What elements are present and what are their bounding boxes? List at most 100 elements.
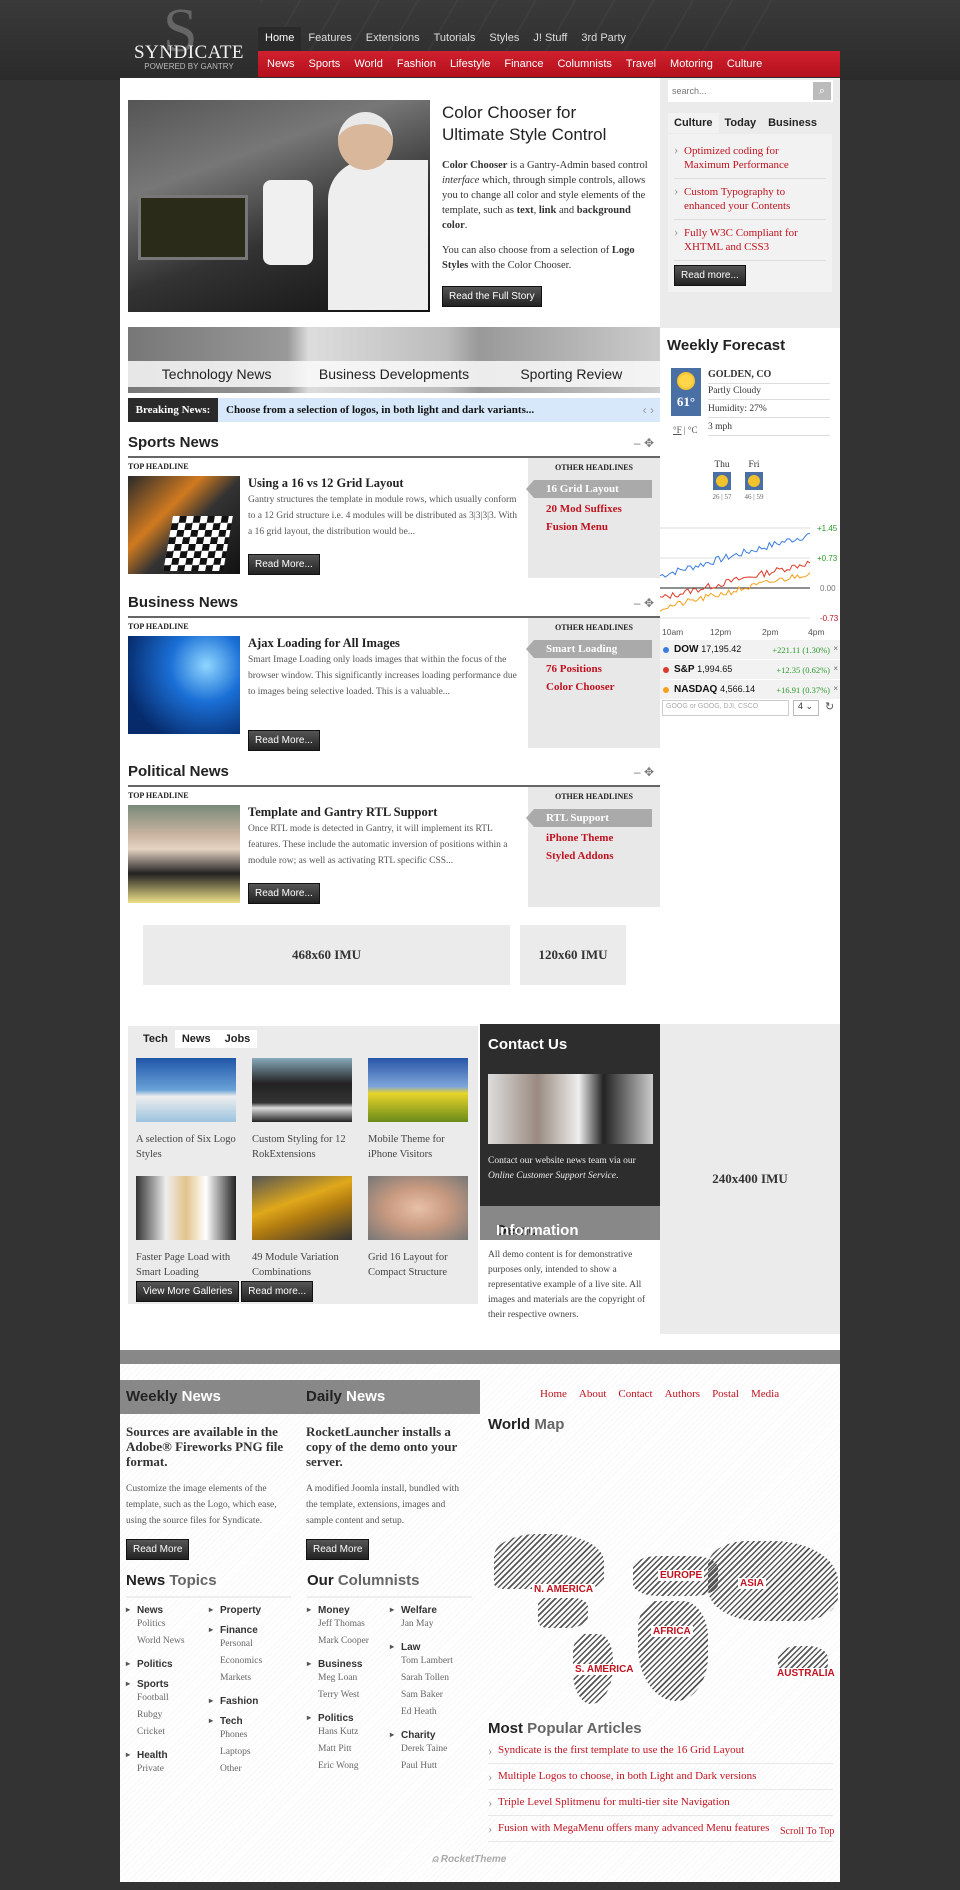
scroll-to-top-link[interactable]: Scroll To Top bbox=[780, 1826, 834, 1837]
topic-link[interactable]: Matt Pitt bbox=[307, 1741, 387, 1758]
topic-category[interactable]: Money bbox=[307, 1605, 387, 1616]
minimize-icon[interactable]: – bbox=[634, 765, 641, 779]
section-nav-fashion[interactable]: Fashion bbox=[390, 58, 443, 70]
article-thumbnail[interactable] bbox=[128, 805, 240, 903]
topic-link[interactable]: Jan May bbox=[390, 1616, 475, 1633]
topic-category[interactable]: Welfare bbox=[390, 1605, 475, 1616]
topic-category[interactable]: Sports bbox=[126, 1679, 206, 1690]
topic-link[interactable]: Mark Cooper bbox=[307, 1633, 387, 1650]
map-label-australia[interactable]: AUSTRALIA bbox=[775, 1668, 837, 1679]
topic-link[interactable]: Economics bbox=[209, 1653, 289, 1670]
topic-link[interactable]: Rubgy bbox=[126, 1707, 206, 1724]
headline-link[interactable]: 20 Mod Suffixes bbox=[528, 500, 660, 518]
tab-today[interactable]: Today bbox=[719, 113, 763, 133]
top-nav-extensions[interactable]: Extensions bbox=[359, 27, 427, 51]
article-thumbnail[interactable] bbox=[128, 636, 240, 734]
section-nav-world[interactable]: World bbox=[347, 58, 390, 70]
topic-category[interactable]: Politics bbox=[126, 1659, 206, 1670]
topic-link[interactable]: Jeff Thomas bbox=[307, 1616, 387, 1633]
list-item[interactable]: Triple Level Splitmenu for multi-tier si… bbox=[488, 1790, 833, 1816]
topic-link[interactable]: Politics bbox=[126, 1616, 206, 1633]
topic-link[interactable]: Tom Lambert bbox=[390, 1653, 475, 1670]
topic-link[interactable]: Personal bbox=[209, 1636, 289, 1653]
gallery-read-more-button[interactable]: Read more... bbox=[241, 1281, 314, 1302]
gallery-item[interactable]: A selection of Six Logo Styles bbox=[136, 1058, 236, 1162]
top-nav-styles[interactable]: Styles bbox=[482, 27, 526, 51]
gallery-item[interactable]: Custom Styling for 12 RokExtensions bbox=[252, 1058, 352, 1162]
topic-link[interactable]: Private bbox=[126, 1761, 206, 1778]
topic-category[interactable]: Health bbox=[126, 1750, 206, 1761]
remove-icon[interactable]: × bbox=[833, 664, 838, 673]
list-item[interactable]: Custom Typography to enhanced your Conte… bbox=[674, 179, 826, 220]
topic-category[interactable]: Business bbox=[307, 1659, 387, 1670]
section-nav-news[interactable]: News bbox=[260, 58, 302, 70]
topic-link[interactable]: Hans Kutz bbox=[307, 1724, 387, 1741]
move-icon[interactable]: ✥ bbox=[644, 765, 654, 779]
top-nav-features[interactable]: Features bbox=[301, 27, 358, 51]
move-icon[interactable]: ✥ bbox=[644, 436, 654, 450]
topic-category[interactable]: Finance bbox=[209, 1625, 289, 1636]
top-nav-j-stuff[interactable]: J! Stuff bbox=[526, 27, 574, 51]
featured-title[interactable]: Color Chooser for Ultimate Style Control bbox=[442, 102, 642, 146]
tab-tech[interactable]: Tech bbox=[136, 1030, 175, 1048]
gallery-item[interactable]: 49 Module Variation Combinations bbox=[252, 1176, 352, 1280]
read-full-story-button[interactable]: Read the Full Story bbox=[442, 286, 542, 307]
section-nav-finance[interactable]: Finance bbox=[497, 58, 550, 70]
featured-image[interactable] bbox=[128, 100, 430, 312]
topic-link[interactable]: Other bbox=[209, 1761, 289, 1778]
section-nav-lifestyle[interactable]: Lifestyle bbox=[443, 58, 497, 70]
map-label-s-america[interactable]: S. AMERICA bbox=[573, 1664, 636, 1675]
refresh-icon[interactable]: ↻ bbox=[825, 700, 834, 713]
breaking-text[interactable]: Choose from a selection of logos, in bot… bbox=[226, 398, 534, 422]
footer-nav-media[interactable]: Media bbox=[751, 1388, 779, 1400]
footer-nav-about[interactable]: About bbox=[579, 1388, 607, 1400]
footer-nav-home[interactable]: Home bbox=[540, 1388, 567, 1400]
tab-business[interactable]: Business bbox=[762, 113, 823, 133]
view-more-galleries-button[interactable]: View More Galleries bbox=[136, 1281, 240, 1302]
headline-link[interactable]: RTL Support bbox=[526, 809, 652, 827]
site-logo[interactable]: S SYNDICATE POWERED BY GANTRY bbox=[133, 0, 245, 72]
category-business[interactable]: Business Developments bbox=[305, 361, 482, 387]
move-icon[interactable]: ✥ bbox=[644, 596, 654, 610]
topic-category[interactable]: Property bbox=[209, 1605, 289, 1616]
headline-link[interactable]: 76 Positions bbox=[528, 660, 660, 678]
topic-category[interactable]: Charity bbox=[390, 1730, 475, 1741]
world-map[interactable]: N. AMERICA EUROPE ASIA AFRICA S. AMERICA… bbox=[488, 1526, 840, 1706]
topic-link[interactable]: Derek Taine bbox=[390, 1741, 475, 1758]
minimize-icon[interactable]: – bbox=[634, 596, 641, 610]
ad-240x400[interactable]: 240x400 IMU bbox=[660, 1024, 840, 1334]
topic-link[interactable]: Eric Wong bbox=[307, 1758, 387, 1775]
chevron-right-icon[interactable]: › bbox=[650, 403, 654, 417]
section-nav-columnists[interactable]: Columnists bbox=[550, 58, 618, 70]
map-label-asia[interactable]: ASIA bbox=[738, 1578, 766, 1589]
footer-nav-postal[interactable]: Postal bbox=[712, 1388, 739, 1400]
tab-jobs[interactable]: Jobs bbox=[218, 1030, 258, 1048]
read-more-button[interactable]: Read More... bbox=[248, 730, 320, 751]
topic-link[interactable]: Laptops bbox=[209, 1744, 289, 1761]
footer-nav-authors[interactable]: Authors bbox=[665, 1388, 700, 1400]
top-nav-tutorials[interactable]: Tutorials bbox=[427, 27, 483, 51]
list-item[interactable]: Multiple Logos to choose, in both Light … bbox=[488, 1764, 833, 1790]
headline-link[interactable]: Smart Loading bbox=[526, 640, 652, 658]
top-nav-3rd-party[interactable]: 3rd Party bbox=[574, 27, 633, 51]
stock-symbol-input[interactable]: GOOG or GOOG, DJI, CSCO bbox=[662, 700, 789, 716]
stock-row-sp[interactable]: S&P 1,994.65 +12.35 (0.62%) × bbox=[660, 660, 840, 680]
ad-468x60[interactable]: 468x60 IMU bbox=[143, 925, 510, 985]
stock-count-select[interactable]: 4 ⌄ bbox=[793, 700, 819, 716]
daily-headline[interactable]: RocketLauncher installs a copy of the de… bbox=[306, 1424, 466, 1469]
stock-row-dow[interactable]: DOW 17,195.42 +221.11 (1.30%) × bbox=[660, 640, 840, 660]
headline-link[interactable]: iPhone Theme bbox=[528, 829, 660, 847]
topic-link[interactable]: Ed Heath bbox=[390, 1704, 475, 1721]
read-more-button[interactable]: Read More... bbox=[248, 883, 320, 904]
topic-link[interactable]: Meg Loan bbox=[307, 1670, 387, 1687]
support-link[interactable]: Online Customer Support Service bbox=[488, 1171, 616, 1181]
tab-news[interactable]: News bbox=[175, 1030, 218, 1048]
list-item[interactable]: Optimized coding for Maximum Performance bbox=[674, 138, 826, 179]
topic-category[interactable]: Politics bbox=[307, 1713, 387, 1724]
map-label-africa[interactable]: AFRICA bbox=[651, 1626, 693, 1637]
list-item[interactable]: Syndicate is the first template to use t… bbox=[488, 1738, 833, 1764]
section-nav-sports[interactable]: Sports bbox=[302, 58, 348, 70]
remove-icon[interactable]: × bbox=[833, 684, 838, 693]
article-thumbnail[interactable] bbox=[128, 476, 240, 574]
topic-link[interactable]: Terry West bbox=[307, 1687, 387, 1704]
